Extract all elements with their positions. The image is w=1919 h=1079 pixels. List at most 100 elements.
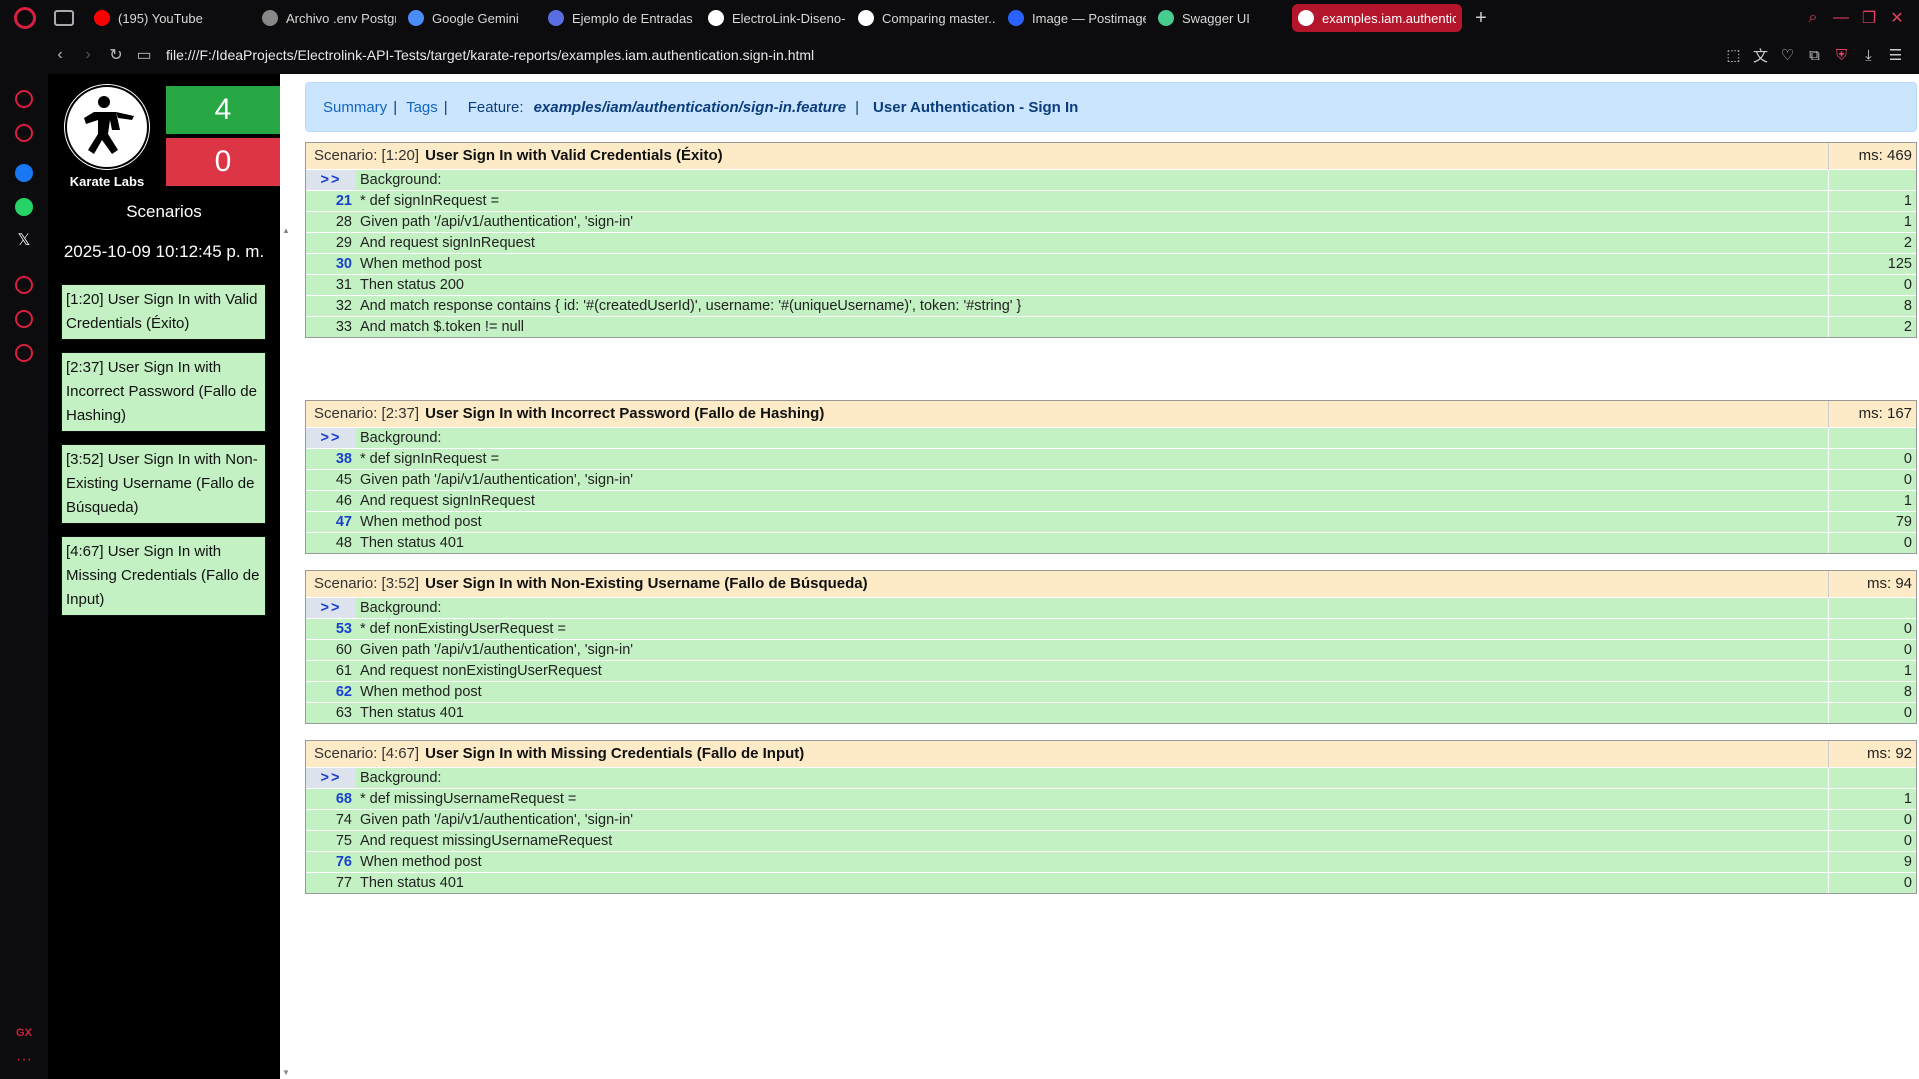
step-duration: 0 — [1827, 638, 1916, 660]
step-duration: 1 — [1827, 210, 1916, 232]
step-duration: 0 — [1827, 701, 1916, 723]
scenario-header-row: Scenario: [1:20] User Sign In with Valid … — [306, 143, 1916, 169]
step-duration: 0 — [1827, 447, 1916, 469]
scenario-title: Scenario: [1:20] User Sign In with Valid … — [306, 143, 1828, 169]
summary-link[interactable]: Summary — [323, 99, 387, 116]
x-twitter-icon[interactable]: 𝕏 — [15, 232, 33, 250]
step-row: 29 And request signInRequest 2 — [306, 231, 1916, 253]
step-duration: 0 — [1827, 808, 1916, 830]
tab-islands-icon[interactable] — [54, 10, 74, 26]
browser-tab[interactable]: Image — Postimages — [1002, 4, 1152, 32]
reload-icon[interactable]: ↻ — [102, 45, 130, 65]
feature-label: Feature: — [467, 98, 524, 116]
line-number: 68 — [306, 787, 356, 809]
browser-tab[interactable]: (195) YouTube — [88, 4, 256, 32]
scenario-title: Scenario: [4:67] User Sign In with Missin… — [306, 741, 1828, 767]
bookmarks-heart-icon[interactable] — [15, 276, 33, 294]
step-row: 62 When method post 8 — [306, 680, 1916, 702]
line-number: 38 — [306, 447, 356, 469]
maximize-button[interactable]: ❐ — [1855, 8, 1883, 28]
more-options-icon[interactable]: ··· — [0, 1051, 48, 1069]
step-row: 60 Given path '/api/v1/authentication', '… — [306, 638, 1916, 660]
browser-tab[interactable]: Comparing master...dev — [852, 4, 1002, 32]
extensions-icon[interactable]: ⧉ — [1801, 47, 1828, 64]
gx-logo-icon[interactable]: GX — [0, 1027, 48, 1039]
scenario-nav-link[interactable]: [1:20] User Sign In with Valid Credentia… — [61, 284, 266, 340]
failed-count-badge: 0 — [166, 138, 280, 186]
bookmark-heart-icon[interactable]: ♡ — [1774, 46, 1801, 64]
forward-icon[interactable]: › — [74, 46, 102, 64]
speed-dial-icon[interactable] — [15, 90, 33, 108]
page-viewport: Karate Labs 4 0 Scenarios 2025-10-09 10:… — [48, 74, 1919, 1079]
background-toggle[interactable]: >> — [306, 426, 356, 448]
close-window-button[interactable]: ✕ — [1883, 8, 1911, 28]
line-number: 33 — [306, 315, 356, 337]
step-duration: 8 — [1827, 294, 1916, 316]
background-toggle[interactable]: >> — [306, 766, 356, 788]
scenario-label: Scenario: [1:20] — [314, 147, 420, 165]
line-number: 21 — [306, 189, 356, 211]
step-duration: 0 — [1827, 617, 1916, 639]
scenario-header-row: Scenario: [3:52] User Sign In with Non-Ex… — [306, 571, 1916, 597]
scenario-name: User Sign In with Non-Existing Username … — [425, 575, 868, 593]
line-number: 46 — [306, 489, 356, 511]
background-row: >> Background: — [306, 766, 1916, 788]
search-tabs-icon[interactable]: ⌕ — [1799, 9, 1827, 27]
scenario-nav-link[interactable]: [2:37] User Sign In with Incorrect Passw… — [61, 352, 266, 432]
step-text: Given path '/api/v1/authentication', 'si… — [356, 468, 1828, 490]
line-number: 30 — [306, 252, 356, 274]
step-text: When method post — [356, 680, 1828, 702]
page-file-icon[interactable]: ▭ — [130, 45, 158, 65]
feature-header: Summary | Tags | Feature: examples/iam/a… — [305, 82, 1917, 132]
gx-corner-icon[interactable] — [15, 124, 33, 142]
line-number: 75 — [306, 829, 356, 851]
step-duration: 1 — [1827, 787, 1916, 809]
nav-scrollbar[interactable]: ▲ ▼ — [280, 74, 292, 1079]
back-icon[interactable]: ‹ — [46, 46, 74, 64]
vpn-icon[interactable]: ⛨ — [1828, 47, 1855, 64]
browser-tab[interactable]: Ejemplo de Entradas JSON — [542, 4, 702, 32]
new-tab-button[interactable]: + — [1470, 7, 1492, 30]
browser-tab[interactable]: Swagger UI — [1152, 4, 1292, 32]
background-toggle[interactable]: >> — [306, 596, 356, 618]
snapshot-icon[interactable]: ⬚ — [1720, 46, 1747, 64]
whatsapp-icon[interactable] — [15, 198, 33, 216]
scroll-up-icon[interactable]: ▲ — [280, 226, 292, 235]
easy-setup-icon[interactable]: ☰ — [1882, 46, 1909, 64]
minimize-button[interactable]: — — [1827, 9, 1855, 27]
step-duration: 2 — [1827, 315, 1916, 337]
tab-label: Swagger UI — [1182, 10, 1250, 26]
step-text: Then status 401 — [356, 531, 1828, 553]
scenario-nav-list: [1:20] User Sign In with Valid Credentia… — [61, 284, 266, 628]
history-icon[interactable] — [15, 310, 33, 328]
messenger-icon[interactable] — [15, 164, 33, 182]
step-text: When method post — [356, 252, 1828, 274]
github-icon — [858, 10, 874, 26]
translate-icon[interactable]: 文 — [1747, 45, 1774, 66]
browser-tab[interactable]: Google Gemini — [402, 4, 542, 32]
tags-link[interactable]: Tags — [406, 99, 438, 116]
step-text: * def signInRequest = — [356, 189, 1828, 211]
scenarios-heading: Scenarios — [126, 202, 202, 221]
browser-tab[interactable]: examples.iam.authenticati — [1292, 4, 1462, 32]
url-field[interactable]: file:///F:/IdeaProjects/Electrolink-API-… — [166, 47, 1720, 63]
address-bar: ‹ › ↻ ▭ file:///F:/IdeaProjects/Electrol… — [0, 36, 1919, 74]
settings-gear-icon[interactable] — [15, 344, 33, 362]
browser-tab[interactable]: ElectroLink-Diseno-de- — [702, 4, 852, 32]
downloads-icon[interactable]: ⤓ — [1855, 47, 1882, 64]
background-toggle[interactable]: >> — [306, 168, 356, 190]
scenario-nav-link[interactable]: [3:52] User Sign In with Non-Existing Us… — [61, 444, 266, 524]
tab-label: Comparing master...dev — [882, 10, 996, 26]
separator: | — [393, 98, 398, 116]
scenario-table: Scenario: [4:67] User Sign In with Missin… — [306, 741, 1916, 893]
scenario-nav-link[interactable]: [4:67] User Sign In with Missing Credent… — [61, 536, 266, 616]
scenario-block: Scenario: [2:37] User Sign In with Incorr… — [305, 400, 1917, 554]
step-duration — [1827, 426, 1916, 448]
karate-logo[interactable]: Karate Labs — [62, 84, 152, 189]
browser-tab[interactable]: Archivo .env PostgreSQL — [256, 4, 402, 32]
step-row: 32 And match response contains { id: '#(c… — [306, 294, 1916, 316]
step-row: 28 Given path '/api/v1/authentication', '… — [306, 210, 1916, 232]
scroll-down-icon[interactable]: ▼ — [280, 1068, 292, 1077]
scenario-header-row: Scenario: [4:67] User Sign In with Missin… — [306, 741, 1916, 767]
opera-logo-icon[interactable] — [14, 7, 36, 29]
